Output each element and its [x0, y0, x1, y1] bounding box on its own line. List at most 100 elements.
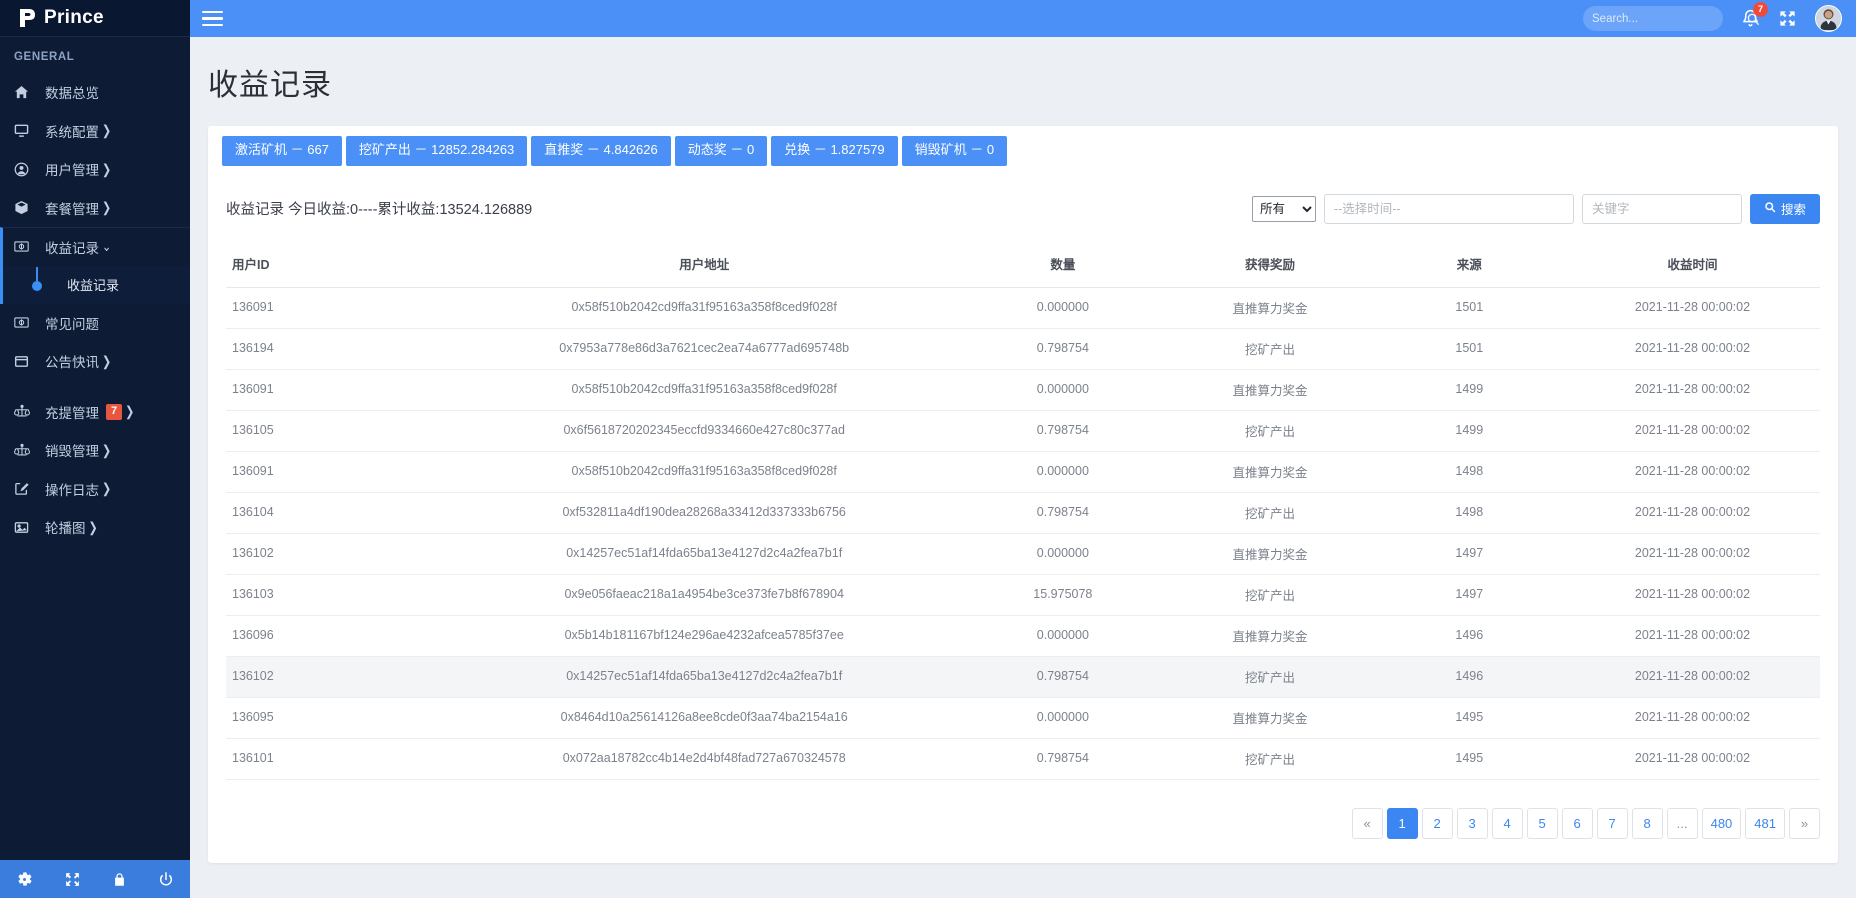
cell-user-id: 136102 [226, 656, 449, 697]
power-icon[interactable] [158, 871, 174, 888]
sidebar-subitem-earnings-record[interactable]: 收益记录 [3, 266, 190, 304]
keyword-input[interactable] [1582, 194, 1742, 224]
cell-source: 1499 [1374, 369, 1565, 410]
cell-reward: 直推算力奖金 [1166, 451, 1373, 492]
cell-source: 1497 [1374, 574, 1565, 615]
cell-user-address: 0x58f510b2042cd9ffa31f95163a358f8ced9f02… [449, 369, 959, 410]
search-input[interactable] [1592, 13, 1746, 25]
image-icon [14, 520, 34, 535]
cell-amount: 0.798754 [959, 738, 1166, 779]
pagination-page-3[interactable]: 3 [1457, 808, 1488, 839]
table-row[interactable]: 1361050x6f5618720202345eccfd9334660e427c… [226, 410, 1820, 451]
column-header-user-address: 用户地址 [449, 244, 959, 288]
expand-icon[interactable] [64, 871, 81, 888]
pagination-page-8[interactable]: 8 [1632, 808, 1663, 839]
pagination-prev: « [1352, 808, 1383, 839]
sidebar-item-user-management[interactable]: 用户管理 ❯ [0, 150, 190, 189]
sidebar: Prince GENERAL 数据总览 系统配置 ❯ [0, 0, 190, 898]
stat-button-activated-miners[interactable]: 激活矿机 － 667 [222, 136, 342, 166]
pagination-page-4[interactable]: 4 [1492, 808, 1523, 839]
table-row[interactable]: 1361020x14257ec51af14fda65ba13e4127d2c4a… [226, 533, 1820, 574]
p-logo-icon [16, 7, 38, 29]
table-head: 用户ID 用户地址 数量 获得奖励 来源 收益时间 [226, 244, 1820, 288]
cell-user-id: 136105 [226, 410, 449, 451]
pagination-page-5[interactable]: 5 [1527, 808, 1558, 839]
pagination-page-7[interactable]: 7 [1597, 808, 1628, 839]
cell-amount: 0.798754 [959, 656, 1166, 697]
chevron-right-icon: ❯ [102, 442, 111, 458]
sidebar-item-carousel[interactable]: 轮播图 ❯ [0, 508, 190, 547]
table-row[interactable]: 1360910x58f510b2042cd9ffa31f95163a358f8c… [226, 369, 1820, 410]
table-row[interactable]: 1361010x072aa18782cc4b14e2d4bf48fad727a6… [226, 738, 1820, 779]
table-row[interactable]: 1360950x8464d10a25614126a8ee8cde0f3aa74b… [226, 697, 1820, 738]
table-row[interactable]: 1360910x58f510b2042cd9ffa31f95163a358f8c… [226, 451, 1820, 492]
type-select[interactable]: 所有 [1252, 196, 1316, 222]
cell-user-id: 136101 [226, 738, 449, 779]
sidebar-item-label: 操作日志 [45, 479, 99, 499]
cell-user-address: 0x9e056faeac218a1a4954be3ce373fe7b8f6789… [449, 574, 959, 615]
search-button-label: 搜索 [1781, 199, 1806, 218]
sidebar-submenu: 收益记录 [0, 266, 190, 304]
pagination-page-480[interactable]: 480 [1702, 808, 1742, 839]
table-row[interactable]: 1360910x58f510b2042cd9ffa31f95163a358f8c… [226, 287, 1820, 328]
cell-source: 1501 [1374, 328, 1565, 369]
stat-button-burned-miners[interactable]: 销毁矿机 － 0 [902, 136, 1007, 166]
sidebar-badge: 7 [106, 404, 122, 420]
sidebar-item-package-management[interactable]: 套餐管理 ❯ [0, 189, 190, 228]
pagination-page-2[interactable]: 2 [1422, 808, 1453, 839]
lock-icon[interactable] [112, 871, 127, 888]
date-range-input[interactable] [1324, 194, 1574, 224]
sidebar-item-burn-management[interactable]: 销毁管理 ❯ [0, 431, 190, 470]
sidebar-subitem-label: 收益记录 [67, 275, 119, 294]
search-button[interactable]: 搜索 [1750, 194, 1820, 224]
box-icon [14, 200, 34, 215]
table-row[interactable]: 1361940x7953a778e86d3a7621cec2ea74a6777a… [226, 328, 1820, 369]
sidebar-item-earnings-record[interactable]: 收益记录 ⌄ [0, 227, 190, 266]
table-row[interactable]: 1361020x14257ec51af14fda65ba13e4127d2c4a… [226, 656, 1820, 697]
pagination-page-6[interactable]: 6 [1562, 808, 1593, 839]
cell-user-address: 0xf532811a4df190dea28268a33412d337333b67… [449, 492, 959, 533]
cell-source: 1497 [1374, 533, 1565, 574]
pagination-page-481[interactable]: 481 [1745, 808, 1785, 839]
cell-time: 2021-11-28 00:00:02 [1565, 451, 1820, 492]
sidebar-item-operation-log[interactable]: 操作日志 ❯ [0, 470, 190, 509]
cell-user-id: 136194 [226, 328, 449, 369]
hamburger-icon[interactable] [202, 11, 223, 27]
cell-source: 1498 [1374, 451, 1565, 492]
bell-icon[interactable]: 7 [1741, 9, 1760, 28]
sidebar-item-system-config[interactable]: 系统配置 ❯ [0, 112, 190, 151]
chevron-down-icon: ⌄ [102, 239, 111, 255]
cell-time: 2021-11-28 00:00:02 [1565, 410, 1820, 451]
table-row[interactable]: 1361040xf532811a4df190dea28268a33412d337… [226, 492, 1820, 533]
search-box[interactable] [1583, 6, 1723, 31]
cell-amount: 15.975078 [959, 574, 1166, 615]
brand[interactable]: Prince [0, 0, 190, 37]
cell-amount: 0.000000 [959, 369, 1166, 410]
pagination-page-1[interactable]: 1 [1387, 808, 1418, 839]
user-circle-icon [14, 162, 34, 177]
table-row[interactable]: 1360960x5b14b181167bf124e296ae4232afcea5… [226, 615, 1820, 656]
stat-button-dynamic-bonus[interactable]: 动态奖 － 0 [675, 136, 767, 166]
cell-source: 1495 [1374, 738, 1565, 779]
cell-reward: 挖矿产出 [1166, 738, 1373, 779]
cell-user-id: 136102 [226, 533, 449, 574]
stat-button-mining-output[interactable]: 挖矿产出 － 12852.284263 [346, 136, 527, 166]
sidebar-item-announcements[interactable]: 公告快讯 ❯ [0, 342, 190, 381]
stat-button-exchange[interactable]: 兑换 － 1.827579 [771, 136, 897, 166]
pagination-ellipsis: ... [1667, 808, 1698, 839]
chevron-right-icon: ❯ [102, 481, 111, 497]
cell-time: 2021-11-28 00:00:02 [1565, 574, 1820, 615]
table-row[interactable]: 1361030x9e056faeac218a1a4954be3ce373fe7b… [226, 574, 1820, 615]
sidebar-item-data-overview[interactable]: 数据总览 [0, 73, 190, 112]
cell-reward: 挖矿产出 [1166, 492, 1373, 533]
scale-icon [14, 404, 34, 419]
cell-time: 2021-11-28 00:00:02 [1565, 369, 1820, 410]
sidebar-item-deposit-withdraw[interactable]: 充提管理 7 ❯ [0, 393, 190, 432]
sidebar-item-faq[interactable]: 常见问题 [0, 304, 190, 343]
avatar[interactable] [1815, 5, 1842, 32]
cell-user-id: 136095 [226, 697, 449, 738]
stat-button-direct-referral-bonus[interactable]: 直推奖 － 4.842626 [531, 136, 670, 166]
gear-icon[interactable] [16, 871, 33, 888]
cell-user-id: 136104 [226, 492, 449, 533]
fullscreen-icon[interactable] [1778, 9, 1797, 28]
